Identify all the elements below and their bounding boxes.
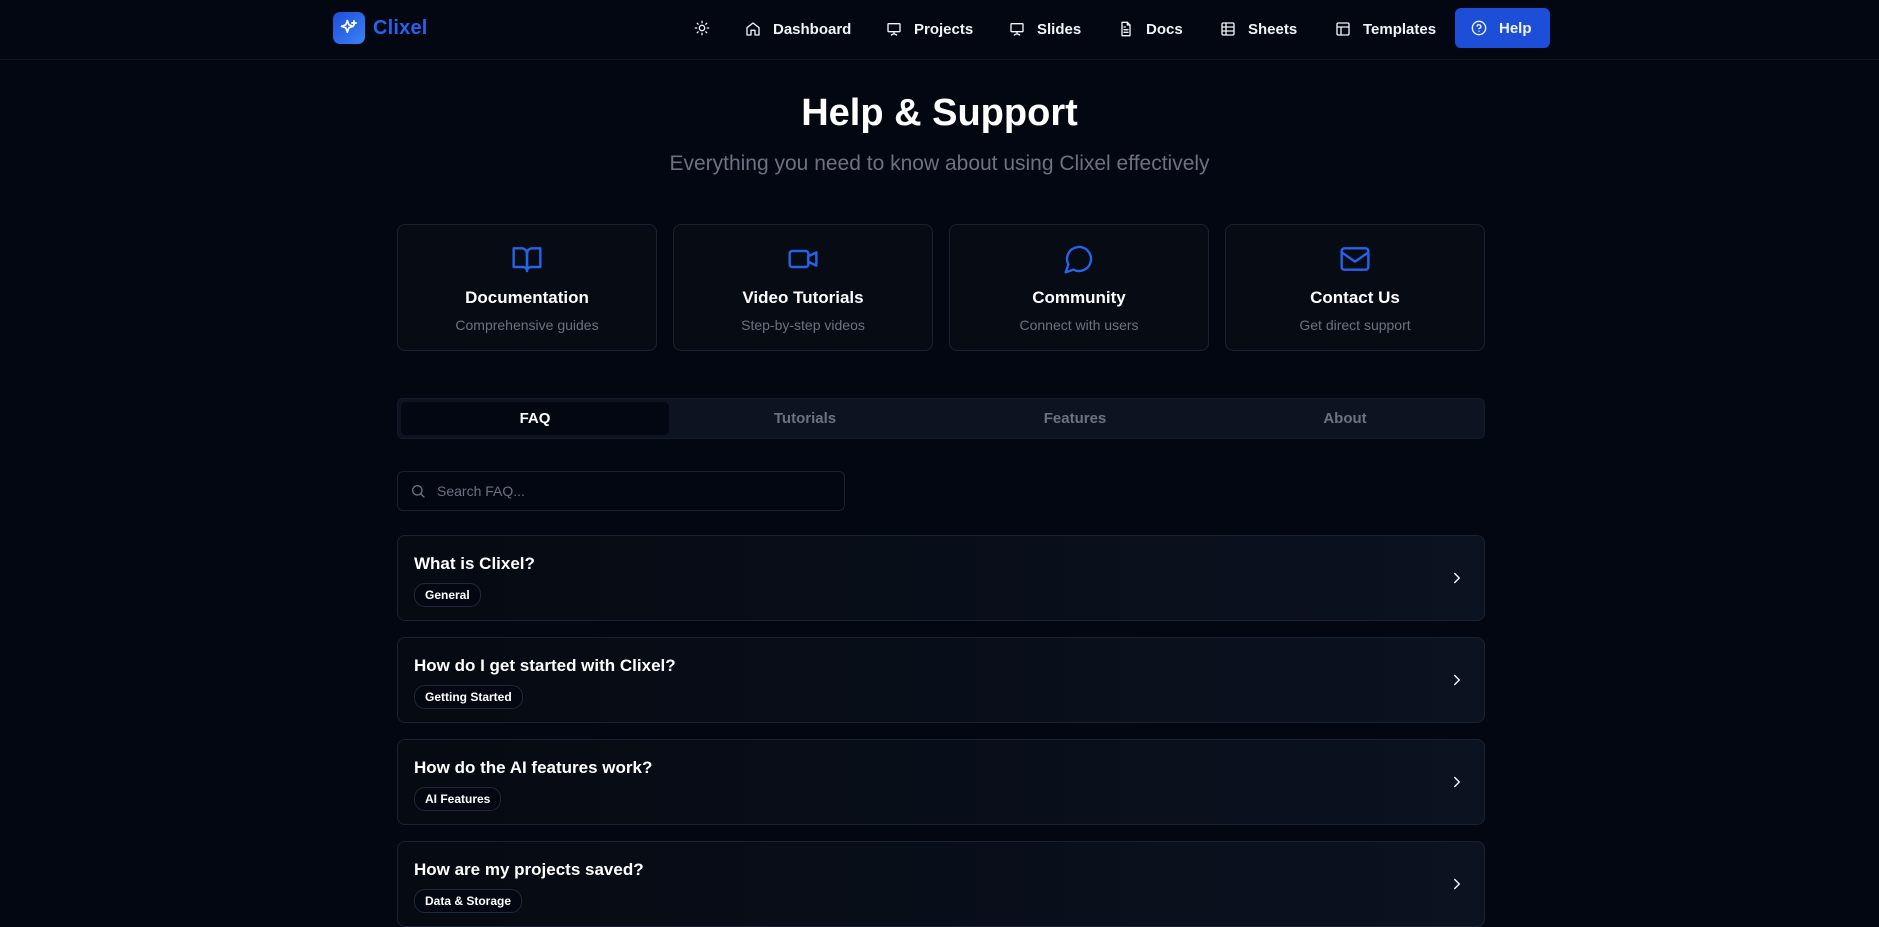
chevron-right-icon [1454,674,1460,686]
home-icon [746,22,760,36]
faq-category-badge: AI Features [414,787,502,811]
card-community[interactable]: Community Connect with users [949,224,1209,351]
nav-dashboard[interactable]: Dashboard [745,12,851,46]
faq-search [397,471,845,511]
nav-templates[interactable]: Templates [1335,12,1436,46]
chevron-right-icon [1454,878,1460,890]
nav-slides-label: Slides [1037,20,1082,38]
theme-toggle-button[interactable] [690,14,714,42]
tab-features[interactable]: Features [941,402,1209,435]
layout-icon [1336,22,1350,36]
card-title: Community [1032,288,1126,307]
faq-item[interactable]: What is Clixel? General [397,535,1485,621]
help-tabs: FAQ Tutorials Features About [397,398,1485,439]
faq-item[interactable]: How do I get started with Clixel? Gettin… [397,637,1485,723]
nav-help-button[interactable]: Help [1455,8,1550,48]
page-title: Help & Support [801,92,1078,134]
faq-question: How are my projects saved? [414,860,644,879]
card-description: Get direct support [1299,317,1411,333]
nav-docs-label: Docs [1146,20,1183,38]
help-circle-icon [1471,20,1487,36]
chevron-right-icon [1454,776,1460,788]
card-title: Documentation [465,288,589,307]
card-description: Step-by-step videos [741,317,865,333]
faq-category-badge: Data & Storage [414,889,523,913]
nav-templates-label: Templates [1363,20,1437,38]
card-title: Video Tutorials [742,288,864,307]
search-icon [412,485,425,498]
tab-faq[interactable]: FAQ [401,402,669,435]
card-contact-us[interactable]: Contact Us Get direct support [1225,224,1485,351]
faq-category-badge: Getting Started [414,685,523,709]
sparkles-icon [333,12,365,44]
card-documentation[interactable]: Documentation Comprehensive guides [397,224,657,351]
presentation-icon [1010,23,1024,36]
card-description: Comprehensive guides [455,317,599,333]
logo[interactable]: Clixel [333,12,428,44]
search-input[interactable] [437,472,837,510]
nav-projects-label: Projects [914,20,974,38]
nav-sheets[interactable]: Sheets [1220,12,1297,46]
message-circle-icon [1064,245,1093,274]
logo-text: Clixel [373,16,428,39]
card-video-tutorials[interactable]: Video Tutorials Step-by-step videos [673,224,933,351]
tab-tutorials[interactable]: Tutorials [671,402,939,435]
nav-dashboard-label: Dashboard [773,20,852,38]
presentation-icon [887,23,901,36]
tab-about[interactable]: About [1211,402,1479,435]
nav-sheets-label: Sheets [1248,20,1298,38]
nav-slides[interactable]: Slides [1009,12,1081,46]
video-icon [788,249,818,269]
card-description: Connect with users [1019,317,1139,333]
top-navbar: Clixel Dashboard Projects Slides Docs Sh… [0,0,1879,60]
sun-icon [694,20,710,36]
book-open-icon [512,247,542,273]
mail-icon [1340,247,1370,271]
faq-category-badge: General [414,583,481,607]
nav-help-label: Help [1499,19,1532,37]
table-icon [1221,22,1235,36]
faq-question: How do the AI features work? [414,758,653,777]
faq-question: What is Clixel? [414,554,535,573]
faq-item[interactable]: How are my projects saved? Data & Storag… [397,841,1485,927]
faq-item[interactable]: How do the AI features work? AI Features [397,739,1485,825]
nav-projects[interactable]: Projects [886,12,973,46]
nav-docs[interactable]: Docs [1118,12,1183,46]
chevron-right-icon [1454,572,1460,584]
file-text-icon [1121,21,1131,37]
faq-question: How do I get started with Clixel? [414,656,676,675]
card-title: Contact Us [1310,288,1400,307]
page-subtitle: Everything you need to know about using … [669,152,1210,175]
